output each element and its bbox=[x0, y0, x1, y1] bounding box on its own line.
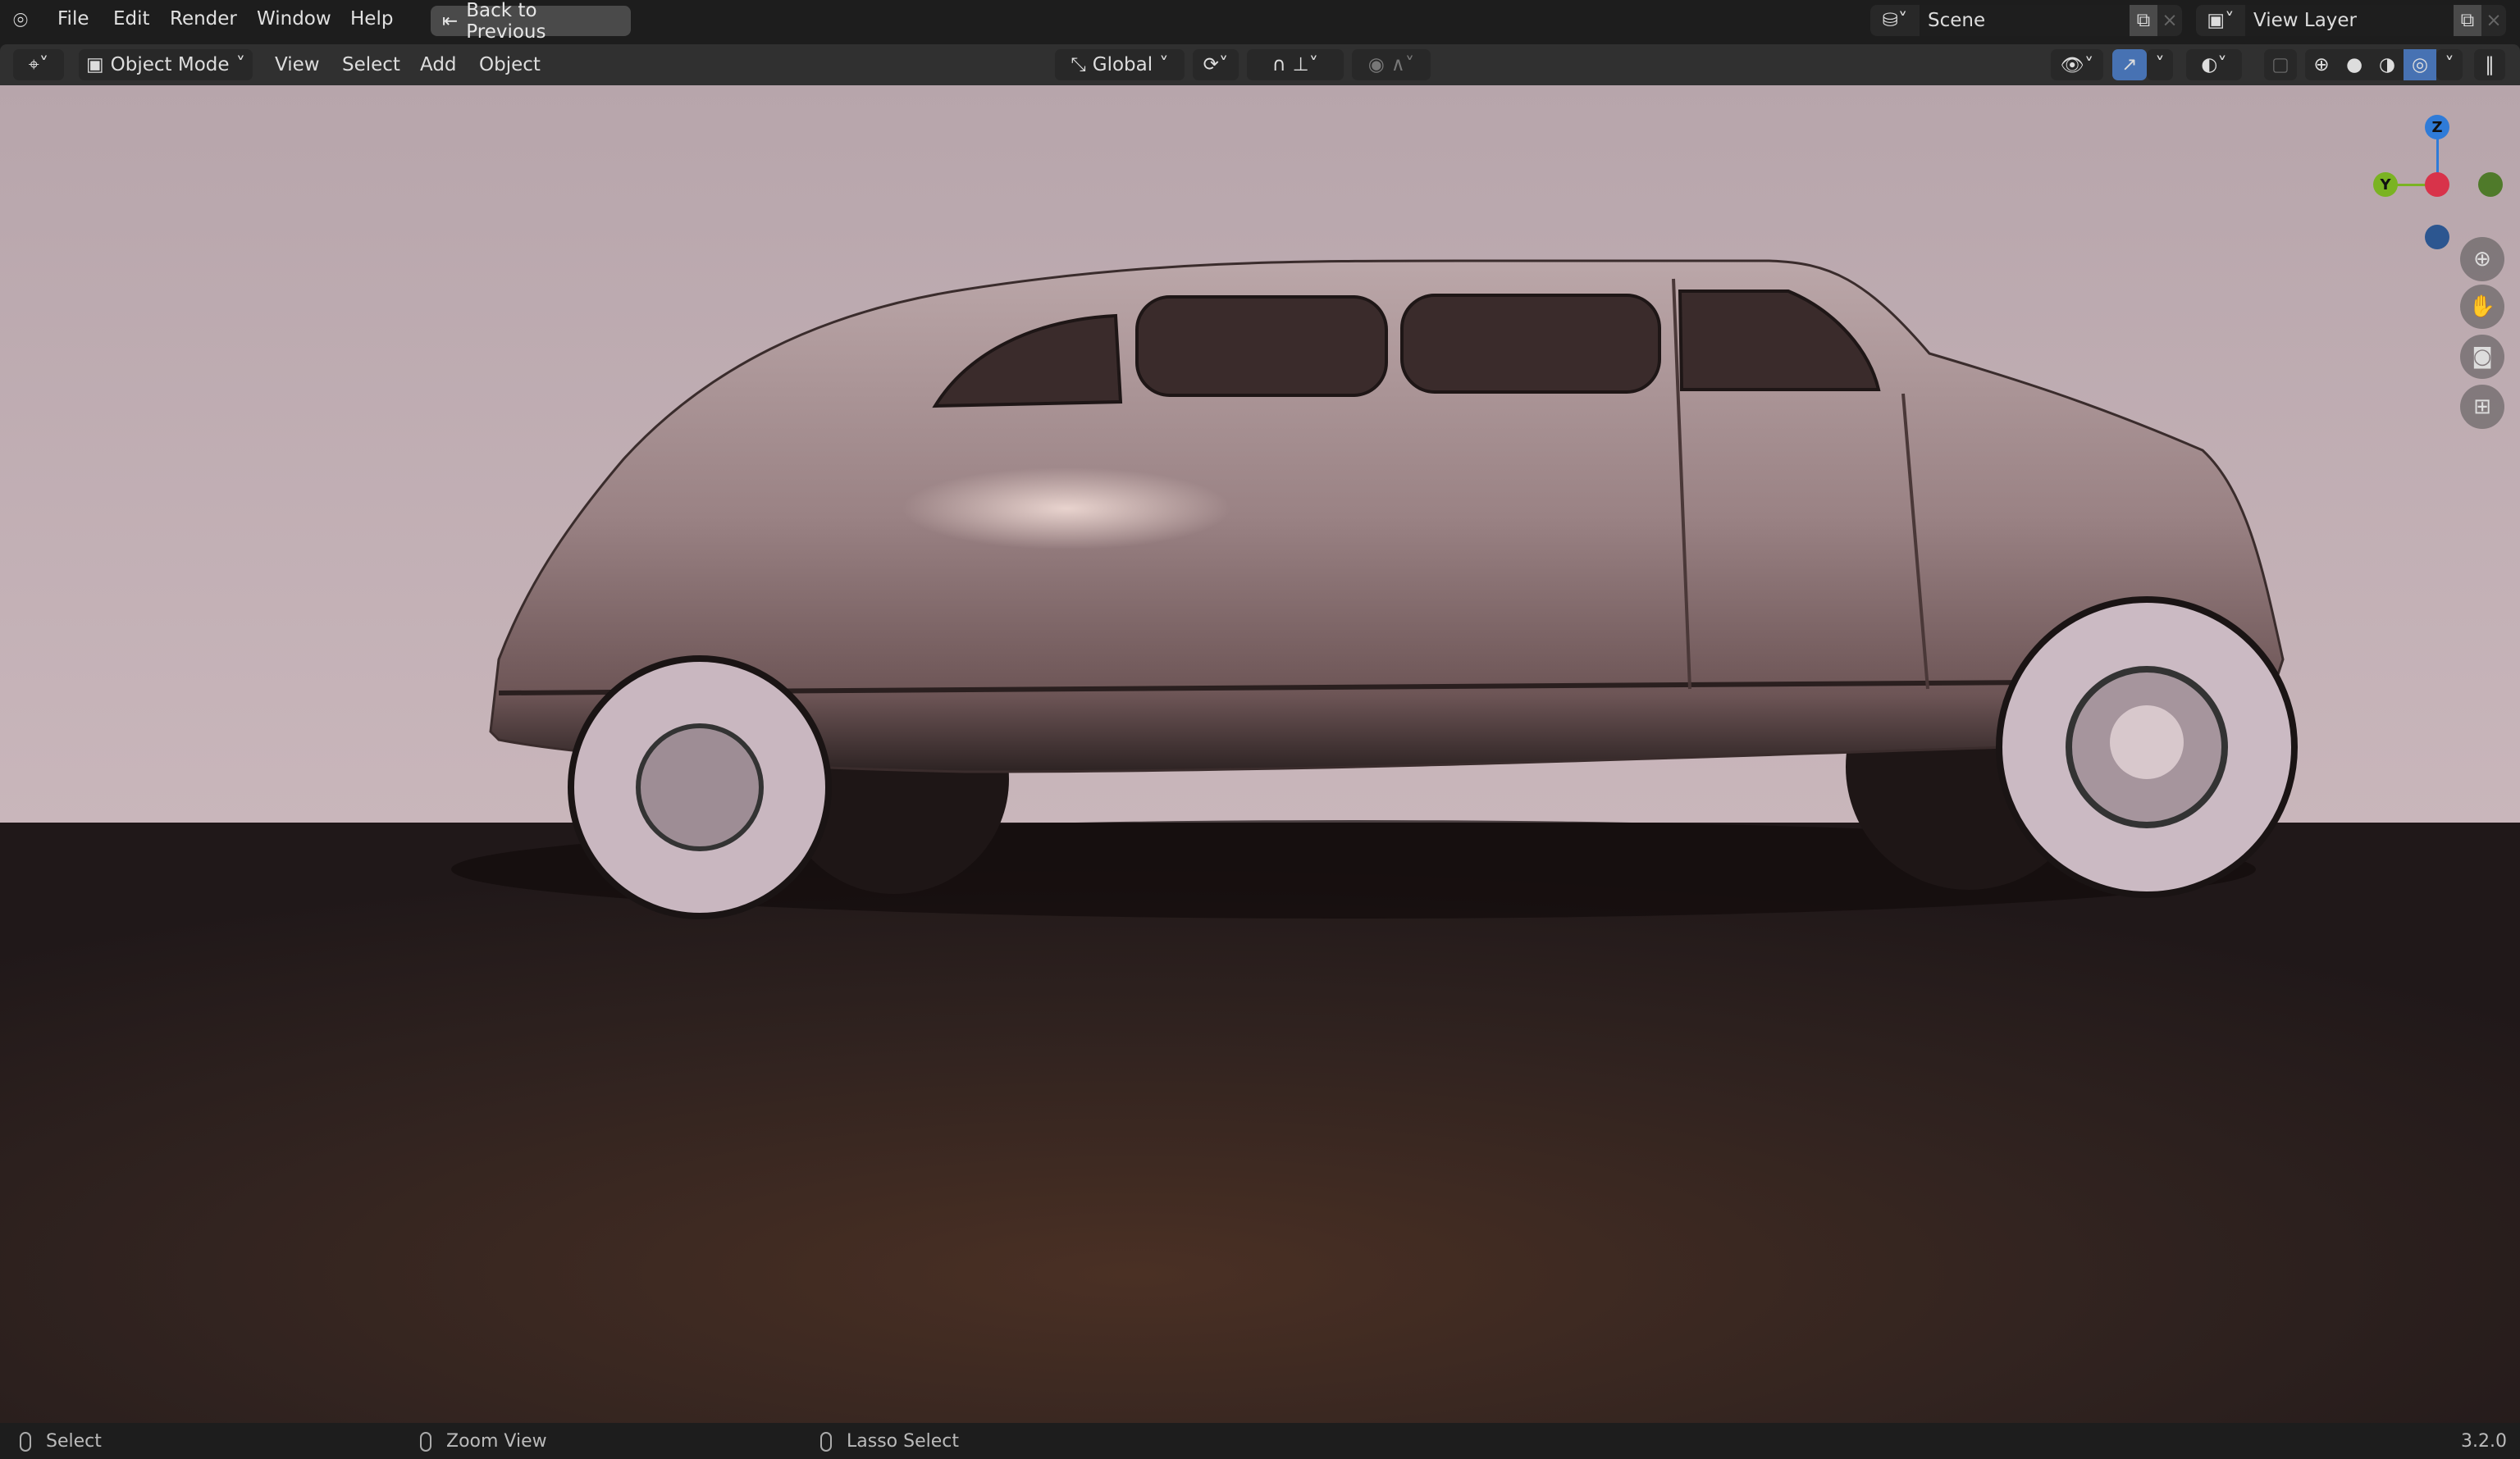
version-label: 3.2.0 bbox=[2461, 1431, 2507, 1452]
body-highlight bbox=[902, 467, 1230, 549]
back-to-previous-button[interactable]: ⇤ Back to Previous bbox=[431, 0, 631, 43]
view-layer-name[interactable]: View Layer bbox=[2245, 5, 2454, 36]
object-mode-label: Object Mode bbox=[110, 54, 230, 75]
scene-name[interactable]: Scene bbox=[1920, 5, 2130, 36]
front-hub-center bbox=[2110, 705, 2184, 779]
mouse-right-icon bbox=[820, 1432, 832, 1452]
orientation-label: Global bbox=[1092, 54, 1153, 75]
zoom-view-button[interactable]: ⊕ bbox=[2460, 237, 2504, 281]
view-layer-icon: ▣˅ bbox=[2207, 10, 2235, 31]
gizmo-y-axis[interactable]: Y bbox=[2373, 172, 2398, 197]
pan-view-button[interactable]: ✋ bbox=[2460, 285, 2504, 329]
visibility-dropdown[interactable]: 👁˅ bbox=[2051, 49, 2103, 80]
magnifier-icon: ⊕ bbox=[2473, 247, 2491, 271]
gizmo-dropdown[interactable]: ˅ bbox=[2147, 49, 2173, 80]
mouse-left-icon bbox=[20, 1432, 31, 1452]
status-lasso: Lasso Select bbox=[820, 1431, 959, 1452]
material-shading-icon[interactable]: ◑ bbox=[2371, 54, 2404, 75]
menu-file[interactable]: File bbox=[57, 8, 89, 30]
pivot-point-dropdown[interactable]: ⟳˅ bbox=[1193, 49, 1239, 80]
new-view-layer-icon[interactable]: ⧉ bbox=[2454, 5, 2481, 36]
gizmo-x-axis[interactable] bbox=[2425, 172, 2449, 197]
chevron-down-icon: ˅ bbox=[1159, 54, 1169, 75]
chevron-down-icon: ˅ bbox=[2445, 54, 2454, 75]
scene-selector[interactable]: ⛁˅ Scene ⧉ × bbox=[1870, 5, 2182, 36]
delete-view-layer-icon[interactable]: × bbox=[2481, 10, 2506, 31]
gizmo-icon: ↗ bbox=[2121, 54, 2138, 75]
3d-viewport-icon: ⌖˅ bbox=[28, 54, 49, 75]
xray-toggle[interactable]: ▢ bbox=[2264, 49, 2297, 80]
viewport-header: ⌖˅ ▣ Object Mode ˅ View Select Add Object… bbox=[0, 44, 2520, 85]
menu-add[interactable]: Add bbox=[420, 54, 457, 75]
proportional-editing-toggle[interactable]: ◉ ∧˅ bbox=[1352, 49, 1431, 80]
back-label: Back to Previous bbox=[466, 0, 546, 43]
magnet-icon: ∩ bbox=[1271, 54, 1286, 75]
status-zoom-label: Zoom View bbox=[446, 1431, 547, 1452]
grid-icon: ⊞ bbox=[2473, 394, 2491, 419]
menu-select[interactable]: Select bbox=[342, 54, 400, 75]
gizmo-neg-y-axis[interactable] bbox=[2478, 172, 2503, 197]
mouse-middle-icon bbox=[420, 1432, 431, 1452]
pause-render-button[interactable]: ‖ bbox=[2474, 49, 2505, 80]
snap-increment-icon: ⊥˅ bbox=[1292, 54, 1319, 75]
wireframe-shading-icon[interactable]: ⊕ bbox=[2305, 54, 2338, 75]
new-scene-icon[interactable]: ⧉ bbox=[2130, 5, 2157, 36]
rendered-scene bbox=[0, 85, 2520, 1423]
camera-icon: ◙ bbox=[2472, 344, 2493, 369]
overlays-icon: ◐˅ bbox=[2201, 54, 2227, 75]
proportional-icon: ◉ bbox=[1367, 54, 1385, 75]
eye-icon: 👁˅ bbox=[2060, 54, 2094, 76]
scene-icon: ⛁˅ bbox=[1882, 10, 1908, 31]
menu-help[interactable]: Help bbox=[350, 8, 393, 30]
object-mode-icon: ▣ bbox=[85, 54, 104, 75]
chevron-down-icon: ˅ bbox=[235, 54, 246, 75]
shading-dropdown[interactable]: ˅ bbox=[2436, 49, 2463, 80]
menu-window[interactable]: Window bbox=[257, 8, 331, 30]
menu-edit[interactable]: Edit bbox=[113, 8, 150, 30]
pivot-icon: ⟳˅ bbox=[1203, 54, 1229, 75]
snapping-toggle[interactable]: ∩ ⊥˅ bbox=[1247, 49, 1344, 80]
overlays-toggle[interactable]: ◐˅ bbox=[2186, 49, 2242, 80]
shading-modes: ⊕ ● ◑ ◎ bbox=[2305, 49, 2436, 80]
top-bar: ⌾ File Edit Render Window Help ⇤ Back to… bbox=[0, 0, 2520, 43]
status-select-label: Select bbox=[46, 1431, 102, 1452]
xray-icon: ▢ bbox=[2271, 54, 2289, 75]
transform-orientation-dropdown[interactable]: ⤡ Global ˅ bbox=[1055, 49, 1185, 80]
menu-render[interactable]: Render bbox=[170, 8, 237, 30]
status-zoom: Zoom View bbox=[420, 1431, 547, 1452]
pause-icon: ‖ bbox=[2485, 54, 2495, 75]
rendered-shading-icon[interactable]: ◎ bbox=[2404, 49, 2436, 80]
hand-icon: ✋ bbox=[2468, 294, 2496, 319]
view-layer-selector[interactable]: ▣˅ View Layer ⧉ × bbox=[2196, 5, 2506, 36]
back-screen-icon: ⇤ bbox=[442, 10, 459, 32]
chevron-down-icon: ˅ bbox=[2155, 54, 2165, 75]
status-bar: Select Zoom View Lasso Select 3.2.0 bbox=[0, 1425, 2520, 1459]
menu-view[interactable]: View bbox=[275, 54, 320, 75]
perspective-toggle-button[interactable]: ⊞ bbox=[2460, 385, 2504, 429]
gizmo-z-axis[interactable]: Z bbox=[2425, 115, 2449, 139]
status-lasso-label: Lasso Select bbox=[847, 1431, 959, 1452]
status-select: Select bbox=[20, 1431, 102, 1452]
gizmo-neg-z-axis[interactable] bbox=[2425, 225, 2449, 249]
3d-viewport[interactable]: Z Y ⊕ ✋ ◙ ⊞ bbox=[0, 85, 2520, 1423]
blender-logo-icon[interactable]: ⌾ bbox=[13, 7, 28, 35]
falloff-icon: ∧˅ bbox=[1390, 54, 1415, 75]
rear-hubcap bbox=[636, 723, 764, 851]
menu-object[interactable]: Object bbox=[479, 54, 541, 75]
editor-type-button[interactable]: ⌖˅ bbox=[13, 49, 64, 80]
object-mode-dropdown[interactable]: ▣ Object Mode ˅ bbox=[79, 49, 253, 80]
solid-shading-icon[interactable]: ● bbox=[2338, 54, 2371, 75]
orientation-icon: ⤡ bbox=[1071, 54, 1086, 75]
camera-view-button[interactable]: ◙ bbox=[2460, 335, 2504, 379]
delete-scene-icon[interactable]: × bbox=[2157, 10, 2182, 31]
gizmo-toggle[interactable]: ↗ bbox=[2112, 49, 2147, 80]
